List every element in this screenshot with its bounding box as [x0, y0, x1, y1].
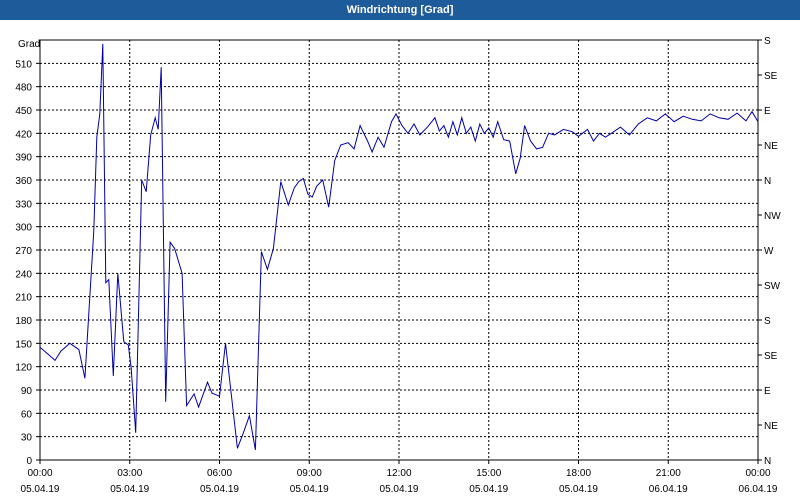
right-tick-label-10: E: [764, 106, 771, 117]
right-tick-label-5: SW: [764, 281, 781, 292]
right-tick-label-12: S: [764, 36, 771, 47]
x-tick-time-1: 03:00: [117, 468, 142, 479]
y-tick-label-3: 90: [21, 386, 33, 397]
y-tick-label-0: 0: [26, 456, 32, 467]
x-tick-date-6: 05.04.19: [559, 484, 598, 495]
right-tick-label-11: SE: [764, 71, 778, 82]
x-tick-time-2: 06:00: [207, 468, 232, 479]
y-tick-label-9: 270: [15, 246, 32, 257]
x-tick-date-2: 05.04.19: [200, 484, 239, 495]
y-tick-label-4: 120: [15, 363, 32, 374]
right-tick-label-6: W: [764, 246, 774, 257]
right-tick-label-3: SE: [764, 351, 778, 362]
x-tick-time-4: 12:00: [386, 468, 411, 479]
right-tick-label-7: NW: [764, 211, 781, 222]
right-tick-label-1: NE: [764, 421, 778, 432]
right-tick-label-0: N: [764, 456, 771, 467]
right-tick-label-9: NE: [764, 141, 778, 152]
x-tick-date-1: 05.04.19: [110, 484, 149, 495]
y-axis-ticks: 0 30 60 90 120 150 180 210 240 270 300 330 360 390 420…: [15, 59, 40, 467]
y-tick-label-17: 510: [15, 59, 32, 70]
x-tick-time-7: 21:00: [656, 468, 681, 479]
y-tick-label-2: 60: [21, 409, 33, 420]
x-tick-date-8: 06.04.19: [739, 484, 778, 495]
right-tick-label-2: E: [764, 386, 771, 397]
y-tick-label-7: 210: [15, 293, 32, 304]
y-tick-label-16: 480: [15, 83, 32, 94]
y-tick-label-13: 390: [15, 153, 32, 164]
y-tick-label-14: 420: [15, 129, 32, 140]
y-tick-label-10: 300: [15, 223, 32, 234]
y-tick-label-15: 450: [15, 106, 32, 117]
x-tick-date-4: 05.04.19: [380, 484, 419, 495]
x-tick-time-6: 18:00: [566, 468, 591, 479]
y-tick-label-11: 330: [15, 199, 32, 210]
wind-direction-chart: 0 30 60 90 120 150 180 210 240 270 300 330 360 390 420…: [15, 36, 781, 495]
x-tick-time-8: 00:00: [745, 468, 770, 479]
x-tick-date-7: 06.04.19: [649, 484, 688, 495]
y-tick-label-8: 240: [15, 269, 32, 280]
y-axis-label: Grad: [18, 39, 40, 50]
x-tick-date-5: 05.04.19: [469, 484, 508, 495]
x-tick-time-5: 15:00: [476, 468, 501, 479]
window-title: Windrichtung [Grad]: [346, 4, 454, 16]
right-axis-ticks: N NE E SE S SW W NW N NE E SE S: [758, 36, 781, 467]
x-tick-time-0: 00:00: [27, 468, 52, 479]
y-tick-label-12: 360: [15, 176, 32, 187]
x-tick-date-0: 05.04.19: [21, 484, 60, 495]
x-tick-time-3: 09:00: [297, 468, 322, 479]
x-tick-date-3: 05.04.19: [290, 484, 329, 495]
y-tick-label-5: 150: [15, 339, 32, 350]
y-tick-label-6: 180: [15, 316, 32, 327]
right-tick-label-4: S: [764, 316, 771, 327]
x-axis-ticks: 00:00 05.04.19 03:00 05.04.19 06:00 05.04.19 0…: [21, 460, 778, 495]
y-tick-label-1: 30: [21, 433, 33, 444]
right-tick-label-8: N: [764, 176, 771, 187]
window-title-bar: Windrichtung [Grad]: [0, 0, 800, 20]
